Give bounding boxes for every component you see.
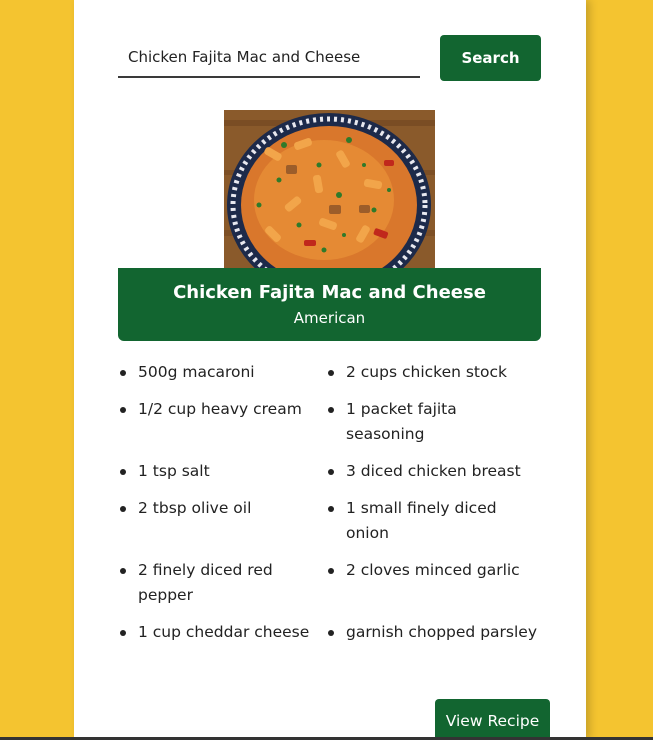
ingredient-item: 2 finely diced red pepper [118, 558, 326, 608]
recipe-cuisine: American [293, 309, 366, 327]
ingredients-list: 500g macaroni 2 cups chicken stock 1/2 c… [118, 360, 548, 657]
ingredient-item: 1 tsp salt [118, 459, 326, 484]
ingredient-item: 500g macaroni [118, 360, 326, 385]
ingredient-item: 2 cloves minced garlic [326, 558, 540, 608]
ingredient-item: garnish chopped parsley [326, 620, 540, 645]
recipe-image [224, 110, 435, 268]
ingredient-item: 1/2 cup heavy cream [118, 397, 326, 447]
page: Search [0, 0, 653, 740]
ingredient-item: 1 cup cheddar cheese [118, 620, 326, 645]
view-recipe-button[interactable]: View Recipe [435, 699, 550, 740]
recipe-title: Chicken Fajita Mac and Cheese [173, 282, 486, 303]
ingredient-item: 1 small finely diced onion [326, 496, 540, 546]
search-button[interactable]: Search [440, 35, 541, 81]
search-input[interactable] [118, 38, 420, 78]
recipe-card: Search [74, 0, 586, 740]
ingredient-item: 3 diced chicken breast [326, 459, 540, 484]
ingredient-item: 1 packet fajita seasoning [326, 397, 540, 447]
ingredient-item: 2 cups chicken stock [326, 360, 540, 385]
recipe-header: Chicken Fajita Mac and Cheese American [118, 268, 541, 341]
ingredient-item: 2 tbsp olive oil [118, 496, 326, 546]
